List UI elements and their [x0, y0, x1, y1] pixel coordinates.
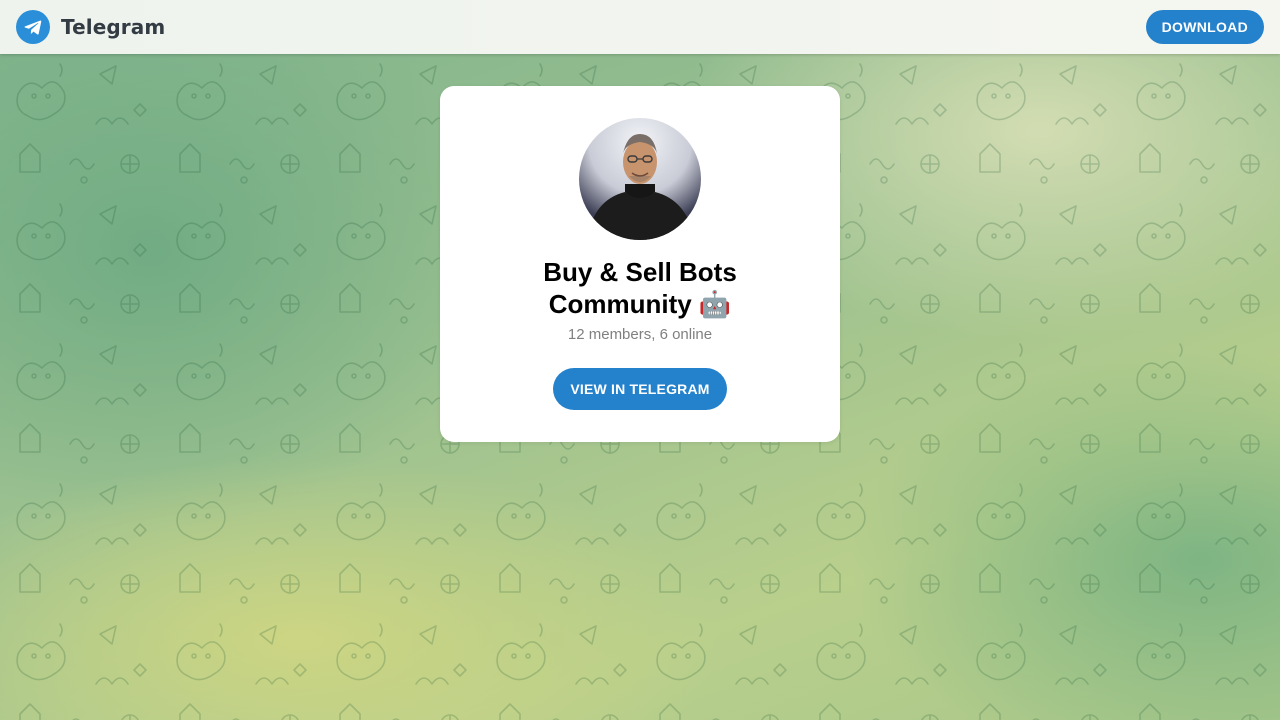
group-card: Buy & Sell Bots Community 🤖 12 members, … — [440, 86, 840, 442]
logo-text: Telegram — [61, 15, 166, 39]
top-bar: Telegram DOWNLOAD — [0, 0, 1280, 54]
view-in-telegram-button[interactable]: VIEW IN TELEGRAM — [553, 368, 727, 410]
group-title: Buy & Sell Bots Community 🤖 — [543, 257, 737, 319]
members-count: 12 members, 6 online — [567, 326, 713, 343]
group-avatar — [579, 118, 701, 240]
download-button[interactable]: DOWNLOAD — [1145, 10, 1264, 44]
telegram-logo-link[interactable]: Telegram — [16, 10, 165, 44]
telegram-plane-icon — [16, 10, 50, 44]
